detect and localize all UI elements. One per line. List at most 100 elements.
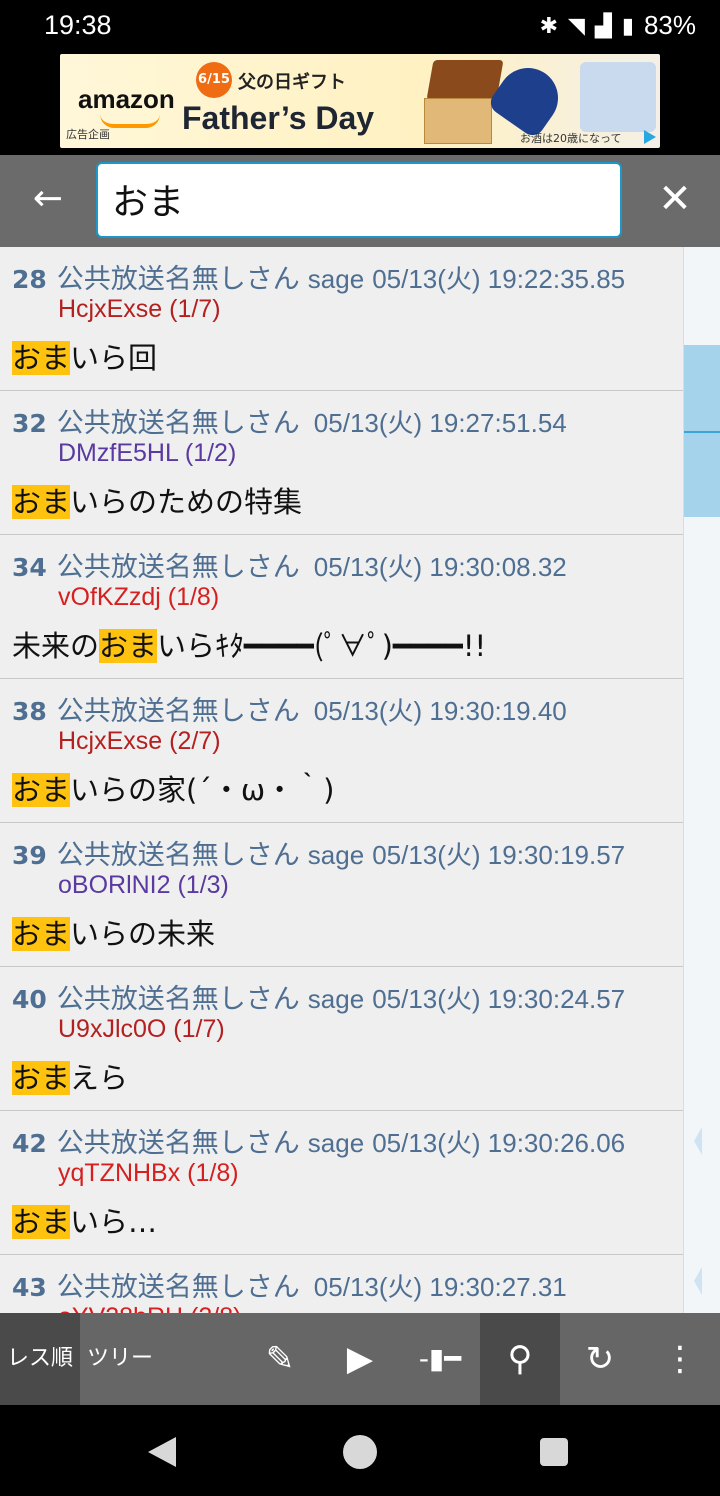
scrollbar[interactable] — [683, 247, 720, 1313]
post-item[interactable]: 40 公共放送名無しさん sage 05/13(火) 19:30:24.57 U9xJl… — [0, 967, 683, 1111]
post-date: 05/13(火) 19:30:19.57 — [372, 840, 626, 870]
post-id[interactable]: yqTZNHBx (1/8) — [58, 1159, 239, 1188]
battery-percent: 83% — [643, 10, 696, 40]
search-match-highlight: おま — [12, 341, 71, 375]
post-number[interactable]: 34 — [12, 553, 47, 582]
post-author[interactable]: 公共放送名無しさん — [57, 696, 300, 727]
status-icons: ✱ ◥ ▟ ▮ 83% — [540, 10, 696, 41]
ad-date-badge: 6/15 — [196, 62, 232, 98]
post-author[interactable]: 公共放送名無しさん — [57, 264, 300, 295]
system-navbar — [0, 1405, 720, 1496]
shirt-image — [580, 62, 656, 132]
ad-brand: amazon — [78, 84, 175, 114]
battery-icon: ▮ — [621, 12, 634, 38]
gift-box-image — [426, 60, 504, 100]
post-header: 34 公共放送名無しさん 05/13(火) 19:30:08.32 — [12, 545, 567, 584]
post-body[interactable]: 未来のおまいらｷﾀ━━━━(ﾟ∀ﾟ)━━━━!! — [12, 623, 486, 665]
post-body[interactable]: おまいら… — [12, 1199, 157, 1241]
post-header: 38 公共放送名無しさん 05/13(火) 19:30:19.40 — [12, 689, 567, 728]
post-body-rest: いらのための特集 — [70, 485, 303, 519]
status-bar: 19:38 ✱ ◥ ▟ ▮ 83% — [0, 0, 720, 54]
search-match-highlight: おま — [12, 773, 71, 807]
post-id[interactable]: vOfKZzdj (1/8) — [58, 583, 219, 612]
post-item[interactable]: 42 公共放送名無しさん sage 05/13(火) 19:30:26.06 yqTZN… — [0, 1111, 683, 1255]
post-number[interactable]: 32 — [12, 409, 47, 438]
post-body-rest: えら — [70, 1061, 129, 1095]
post-author[interactable]: 公共放送名無しさん — [57, 1128, 300, 1159]
adchoices-icon[interactable] — [644, 130, 656, 144]
post-item[interactable]: 32 公共放送名無しさん 05/13(火) 19:27:51.54 DMzfE5HL … — [0, 391, 683, 535]
post-id[interactable]: HcjxExse (1/7) — [58, 295, 221, 324]
search-match-highlight: おま — [12, 917, 71, 951]
post-date: 05/13(火) 19:30:27.31 — [313, 1272, 567, 1302]
post-number[interactable]: 28 — [12, 265, 47, 294]
post-author[interactable]: 公共放送名無しさん — [57, 984, 300, 1015]
signal-icon: ▟ — [594, 12, 612, 38]
post-id[interactable]: HcjxExse (2/7) — [58, 727, 221, 756]
post-number[interactable]: 42 — [12, 1129, 47, 1158]
search-match-highlight: おま — [12, 1061, 71, 1095]
slider-icon[interactable]: -▮━ — [400, 1313, 480, 1405]
post-item[interactable]: 28 公共放送名無しさん sage 05/13(火) 19:22:35.85 HcjxE… — [0, 247, 683, 391]
post-body[interactable]: おまいらのための特集 — [12, 479, 302, 521]
more-vert-icon[interactable]: ⋮ — [640, 1313, 720, 1405]
post-number[interactable]: 40 — [12, 985, 47, 1014]
post-mail: sage — [307, 264, 365, 294]
wifi-icon: ◥ — [568, 12, 585, 38]
post-body[interactable]: おまいらの家(´・ω・｀) — [12, 767, 334, 809]
post-author[interactable]: 公共放送名無しさん — [57, 840, 300, 871]
scroll-hit-marker — [688, 1267, 702, 1295]
ad-label: 広告企画 — [66, 128, 110, 141]
close-icon[interactable]: ✕ — [655, 179, 695, 223]
post-id[interactable]: oYV28hRH (2/8) — [58, 1303, 241, 1313]
post-header: 42 公共放送名無しさん sage 05/13(火) 19:30:26.06 — [12, 1121, 625, 1160]
nav-home-icon[interactable] — [343, 1435, 377, 1469]
post-item[interactable]: 43 公共放送名無しさん 05/13(火) 19:30:27.31 oYV28hRH … — [0, 1255, 683, 1313]
post-number[interactable]: 43 — [12, 1273, 47, 1302]
post-date: 05/13(火) 19:30:08.32 — [313, 552, 567, 582]
search-match-highlight: おま — [99, 629, 158, 663]
play-icon[interactable]: ▶ — [320, 1313, 400, 1405]
post-mail: sage — [307, 984, 365, 1014]
post-body-rest: いら回 — [70, 341, 158, 375]
post-header: 40 公共放送名無しさん sage 05/13(火) 19:30:24.57 — [12, 977, 625, 1016]
search-field[interactable] — [96, 162, 622, 238]
pencil-icon[interactable]: ✎ — [240, 1313, 320, 1405]
post-mail: sage — [307, 840, 365, 870]
post-item[interactable]: 34 公共放送名無しさん 05/13(火) 19:30:08.32 vOfKZzdj … — [0, 535, 683, 679]
search-bar: ← ✕ — [0, 155, 720, 247]
post-header: 28 公共放送名無しさん sage 05/13(火) 19:22:35.85 — [12, 257, 625, 296]
post-author[interactable]: 公共放送名無しさん — [57, 552, 300, 583]
post-number[interactable]: 39 — [12, 841, 47, 870]
post-list[interactable]: 28 公共放送名無しさん sage 05/13(火) 19:22:35.85 HcjxE… — [0, 247, 683, 1313]
post-body-rest: いらｷﾀ━━━━(ﾟ∀ﾟ)━━━━!! — [157, 629, 487, 663]
post-body[interactable]: おまいら回 — [12, 335, 157, 377]
post-item[interactable]: 39 公共放送名無しさん sage 05/13(火) 19:30:19.57 oBORl… — [0, 823, 683, 967]
nav-back-icon[interactable] — [148, 1437, 176, 1467]
tab-res-order[interactable]: レス順 — [0, 1313, 80, 1405]
post-id[interactable]: U9xJlc0O (1/7) — [58, 1015, 225, 1044]
ad-note: お酒は20歳になって — [520, 132, 622, 145]
post-body[interactable]: おまえら — [12, 1055, 128, 1097]
post-author[interactable]: 公共放送名無しさん — [57, 1272, 300, 1303]
post-id[interactable]: oBORlNI2 (1/3) — [58, 871, 229, 900]
bluetooth-icon: ✱ — [539, 12, 558, 38]
post-item[interactable]: 38 公共放送名無しさん 05/13(火) 19:30:19.40 HcjxExse … — [0, 679, 683, 823]
post-id[interactable]: DMzfE5HL (1/2) — [58, 439, 236, 468]
tab-tree[interactable]: ツリー — [80, 1313, 160, 1405]
search-icon[interactable]: ⚲ — [480, 1313, 560, 1405]
post-body-rest: いらの未来 — [70, 917, 216, 951]
refresh-icon[interactable]: ↻ — [560, 1313, 640, 1405]
post-date: 05/13(火) 19:30:26.06 — [372, 1128, 626, 1158]
scroll-hit-marker — [688, 1127, 702, 1155]
post-author[interactable]: 公共放送名無しさん — [57, 408, 300, 439]
post-number[interactable]: 38 — [12, 697, 47, 726]
ad-banner[interactable]: amazon 広告企画 6/15 父の日ギフト Father’s Day お酒は… — [60, 54, 660, 148]
search-input[interactable] — [98, 164, 620, 233]
post-header: 32 公共放送名無しさん 05/13(火) 19:27:51.54 — [12, 401, 567, 440]
bottom-toolbar: レス順 ツリー ✎ ▶ -▮━ ⚲ ↻ ⋮ — [0, 1313, 720, 1405]
back-arrow-icon[interactable]: ← — [28, 181, 68, 221]
nav-recents-icon[interactable] — [540, 1438, 568, 1466]
post-date: 05/13(火) 19:27:51.54 — [313, 408, 567, 438]
post-body[interactable]: おまいらの未来 — [12, 911, 215, 953]
